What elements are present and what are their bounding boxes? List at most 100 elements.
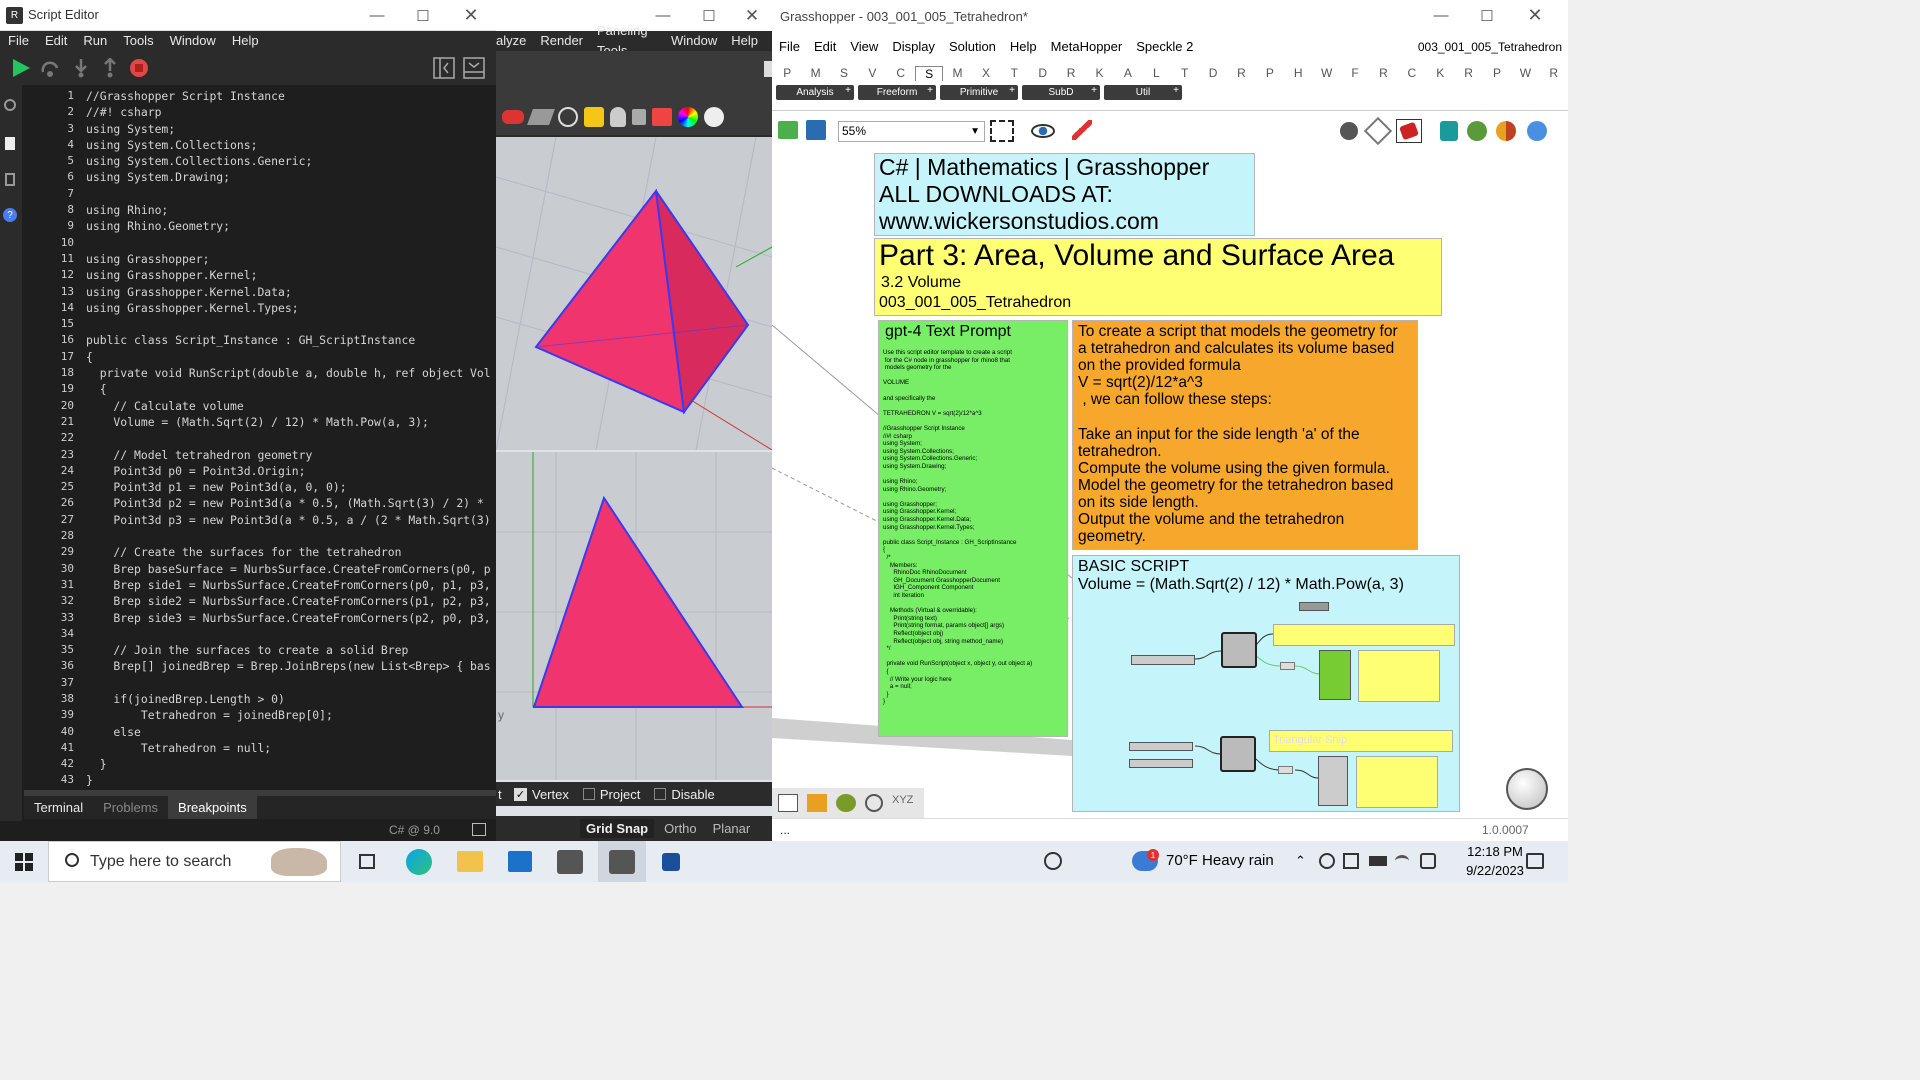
tab-kangaroo[interactable]: K (1085, 66, 1113, 80)
tab-w[interactable]: W (1312, 66, 1340, 80)
maximize-icon[interactable]: ☐ (686, 0, 732, 31)
tab-p[interactable]: P (1256, 66, 1284, 80)
tab-breakpoints[interactable]: Breakpoints (168, 796, 257, 819)
wifi-icon[interactable] (1395, 855, 1409, 867)
close-icon[interactable]: ✕ (448, 0, 494, 31)
tab-r2[interactable]: R (1369, 66, 1397, 80)
code-line[interactable]: using System.Drawing; (86, 169, 496, 185)
sketch-pen-icon[interactable] (1072, 120, 1092, 140)
number-slider-3[interactable] (1129, 759, 1193, 768)
mesh-settings-icon[interactable] (1467, 121, 1487, 141)
code-line[interactable]: using System; (86, 121, 496, 137)
preview-selected-icon[interactable] (1396, 119, 1422, 143)
record-icon[interactable] (1319, 853, 1335, 869)
zoom-select[interactable]: 55% ▼ (838, 121, 985, 142)
code-line[interactable]: } (86, 756, 496, 772)
menu-speckle[interactable]: Speckle 2 (1136, 37, 1193, 57)
tab-l[interactable]: L (1142, 66, 1170, 80)
step-over-icon[interactable] (40, 58, 60, 78)
menu-help[interactable]: Help (232, 31, 259, 51)
tab-k[interactable]: K (1426, 66, 1454, 80)
code-line[interactable] (86, 186, 496, 202)
clock-time[interactable]: 12:18 PM (1465, 844, 1525, 859)
edge-browser-icon[interactable] (406, 849, 432, 875)
render-light-icon[interactable] (584, 107, 604, 127)
menu-solution[interactable]: Solution (949, 37, 996, 57)
code-line[interactable]: Brep side2 = NurbsSurface.CreateFromCorn… (86, 593, 496, 609)
tab-maths[interactable]: M (801, 66, 829, 80)
code-line[interactable]: Point3d p3 = new Point3d(a * 0.5, a / (2… (86, 512, 496, 528)
code-line[interactable]: using Rhino; (86, 202, 496, 218)
help-icon[interactable]: ? (3, 208, 17, 222)
people-icon[interactable] (1044, 852, 1062, 870)
color-wheel-icon[interactable] (678, 107, 698, 127)
subtab-freeform[interactable]: Freeform (858, 84, 936, 100)
tab-curve[interactable]: C (887, 66, 915, 80)
pen-icon[interactable] (1420, 853, 1436, 869)
tab-h[interactable]: H (1284, 66, 1312, 80)
grid-snap-toggle[interactable]: Grid Snap (580, 819, 655, 838)
tab-t[interactable]: T (1170, 66, 1198, 80)
menu-run[interactable]: Run (83, 31, 107, 51)
menu-file[interactable]: File (779, 37, 800, 57)
close-icon[interactable]: ✕ (732, 0, 772, 31)
notifications-icon[interactable] (1526, 853, 1544, 869)
file-explorer-icon[interactable] (457, 851, 483, 872)
weather-text[interactable]: 70°F Heavy rain (1166, 852, 1274, 869)
graph-icon[interactable] (807, 794, 827, 812)
subtab-primitive[interactable]: Primitive (940, 84, 1018, 100)
preview-wire-icon[interactable] (1340, 122, 1358, 140)
gpt-prompt-panel[interactable]: gpt-4 Text Prompt Use this script editor… (878, 320, 1068, 737)
code-line[interactable]: // Create the surfaces for the tetrahedr… (86, 544, 496, 560)
taskbar-search[interactable]: Type here to search (48, 841, 341, 882)
menu-file[interactable]: File (8, 31, 29, 51)
target-icon[interactable] (558, 107, 578, 127)
part-title-panel[interactable]: Part 3: Area, Volume and Surface Area 3.… (874, 238, 1442, 316)
open-file-icon[interactable] (778, 121, 798, 139)
material-icon[interactable] (652, 108, 672, 126)
meet-now-icon[interactable] (1343, 853, 1359, 869)
code-line[interactable] (86, 235, 496, 251)
tab-c[interactable]: C (1398, 66, 1426, 80)
preview-component-2[interactable] (1318, 756, 1348, 806)
code-editor[interactable]: //Grasshopper Script Instance //#! cshar… (86, 88, 496, 790)
value-panel[interactable] (1358, 650, 1440, 702)
menu-edit[interactable]: Edit (814, 37, 836, 57)
bake-icon[interactable] (1440, 121, 1458, 141)
run-icon[interactable] (11, 58, 31, 78)
menu-edit[interactable]: Edit (45, 31, 67, 51)
code-line[interactable]: Brep side1 = NurbsSurface.CreateFromCorn… (86, 577, 496, 593)
battery-icon[interactable] (1369, 856, 1387, 866)
tab-sets[interactable]: S (830, 66, 858, 80)
menu-render[interactable]: Render (540, 31, 583, 51)
relay-component-2[interactable] (1278, 766, 1293, 774)
code-line[interactable]: using Grasshopper; (86, 251, 496, 267)
chevron-up-icon[interactable]: ⌃ (1295, 853, 1306, 869)
vertex-checkbox[interactable]: ✓ (514, 787, 527, 801)
menu-help[interactable]: Help (1010, 37, 1037, 57)
material-preview-icon[interactable] (1496, 121, 1516, 141)
code-line[interactable]: if(joinedBrep.Length > 0) (86, 691, 496, 707)
panel-bottom-icon[interactable] (463, 57, 485, 79)
maximize-icon[interactable]: ☐ (1464, 0, 1510, 31)
tab-f[interactable]: F (1341, 66, 1369, 80)
value-panel-2[interactable] (1356, 756, 1438, 808)
tab-rhino[interactable]: R (1057, 66, 1085, 80)
code-line[interactable]: Volume = (Math.Sqrt(2) / 12) * Math.Pow(… (86, 414, 496, 430)
preview-component[interactable] (1319, 650, 1351, 700)
menu-tools[interactable]: Tools (123, 31, 153, 51)
output-panel[interactable] (1273, 624, 1455, 646)
plane-icon[interactable] (527, 109, 555, 125)
layout-icon[interactable] (472, 823, 486, 836)
rhino-app-icon-active[interactable] (609, 850, 635, 874)
code-line[interactable]: Tetrahedron = null; (86, 740, 496, 756)
code-line[interactable]: // Calculate volume (86, 398, 496, 414)
code-line[interactable]: using Grasshopper.Kernel.Types; (86, 300, 496, 316)
download-icon[interactable] (778, 794, 798, 812)
code-line[interactable]: Brep baseSurface = NurbsSurface.CreateFr… (86, 561, 496, 577)
tab-d[interactable]: D (1199, 66, 1227, 80)
clock-date[interactable]: 9/22/2023 (1461, 863, 1529, 878)
subtab-util[interactable]: Util (1104, 84, 1182, 100)
code-line[interactable]: using Grasshopper.Kernel.Data; (86, 284, 496, 300)
task-view-icon[interactable] (359, 854, 375, 869)
